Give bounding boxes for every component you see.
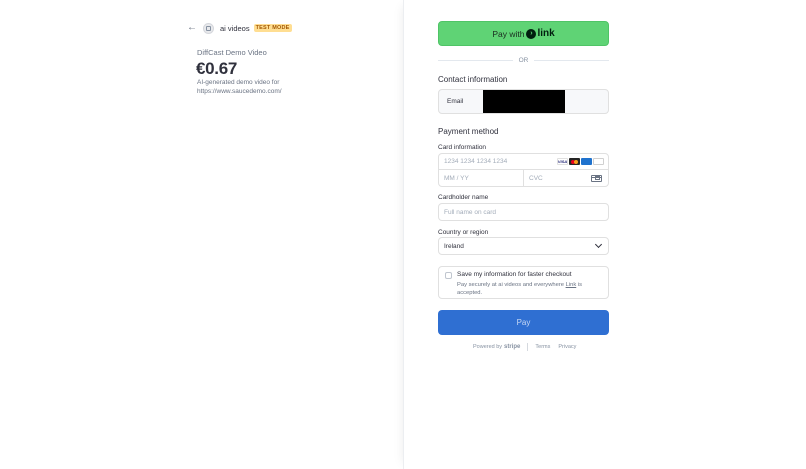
pay-with-label: Pay with (492, 28, 525, 39)
cvc-input[interactable]: CVC (524, 170, 608, 186)
save-info-description: Pay securely at ai videos and everywhere… (457, 281, 605, 297)
email-field[interactable]: Email (438, 89, 609, 114)
product-name: DiffCast Demo Video (197, 48, 267, 57)
cardholder-placeholder: Full name on card (444, 208, 497, 216)
cardholder-name-label: Cardholder name (438, 194, 489, 201)
country-label: Country or region (438, 229, 489, 236)
business-name: ai videos (220, 23, 250, 33)
or-label: OR (518, 56, 529, 64)
email-label: Email (447, 98, 464, 105)
save-info-title: Save my information for faster checkout (457, 271, 572, 278)
back-arrow-icon[interactable]: ← (187, 23, 197, 33)
save-info-box: Save my information for faster checkout … (438, 266, 609, 299)
cardholder-name-input[interactable]: Full name on card (438, 203, 609, 221)
save-desc-prefix: Pay securely at ai videos and everywhere (457, 282, 566, 288)
card-information-group: 1234 1234 1234 1234 VISA MM / YY CVC (438, 153, 609, 187)
link-info-link[interactable]: Link (566, 282, 577, 288)
expiry-placeholder: MM / YY (444, 174, 469, 182)
card-number-placeholder: 1234 1234 1234 1234 (444, 158, 508, 165)
link-wordmark: link (537, 28, 555, 39)
order-summary-pane: ← ai videos TEST MODE DiffCast Demo Vide… (0, 0, 403, 469)
link-arrow-icon: › (526, 28, 537, 39)
contact-information-title: Contact information (438, 75, 508, 84)
footer: Powered by stripe Terms Privacy (473, 343, 584, 351)
visa-icon: VISA (557, 158, 568, 165)
business-logo-icon (203, 22, 214, 34)
stripe-logo: stripe (504, 344, 521, 350)
pay-with-link-button[interactable]: Pay with › link (438, 21, 609, 46)
card-number-input[interactable]: 1234 1234 1234 1234 VISA (439, 154, 608, 170)
email-value-redacted[interactable] (483, 90, 565, 113)
or-divider: OR (438, 56, 609, 64)
expiry-input[interactable]: MM / YY (439, 170, 524, 186)
link-logo: › link (526, 28, 555, 39)
cvc-card-icon (591, 174, 602, 182)
powered-by-label: Powered by (473, 344, 503, 350)
country-select[interactable]: Ireland (438, 237, 609, 255)
merchant-header: ← ai videos TEST MODE (187, 21, 292, 35)
test-mode-badge: TEST MODE (253, 24, 292, 32)
card-brands: VISA (557, 158, 608, 165)
card-information-label: Card information (438, 144, 487, 151)
pay-button-label: Pay (516, 318, 531, 327)
country-value: Ireland (444, 242, 464, 250)
cvc-placeholder: CVC (529, 174, 543, 182)
pay-button[interactable]: Pay (438, 310, 609, 335)
amex-icon (581, 158, 592, 165)
price: €0.67 (196, 59, 238, 78)
jcb-icon (593, 158, 604, 165)
terms-link[interactable]: Terms (535, 344, 550, 350)
chevron-down-icon (594, 240, 603, 249)
save-info-checkbox[interactable] (445, 272, 452, 279)
mastercard-icon (569, 158, 580, 165)
product-description: AI-generated demo video for https://www.… (197, 79, 282, 95)
privacy-link[interactable]: Privacy (558, 344, 576, 350)
payment-method-title: Payment method (438, 127, 499, 136)
